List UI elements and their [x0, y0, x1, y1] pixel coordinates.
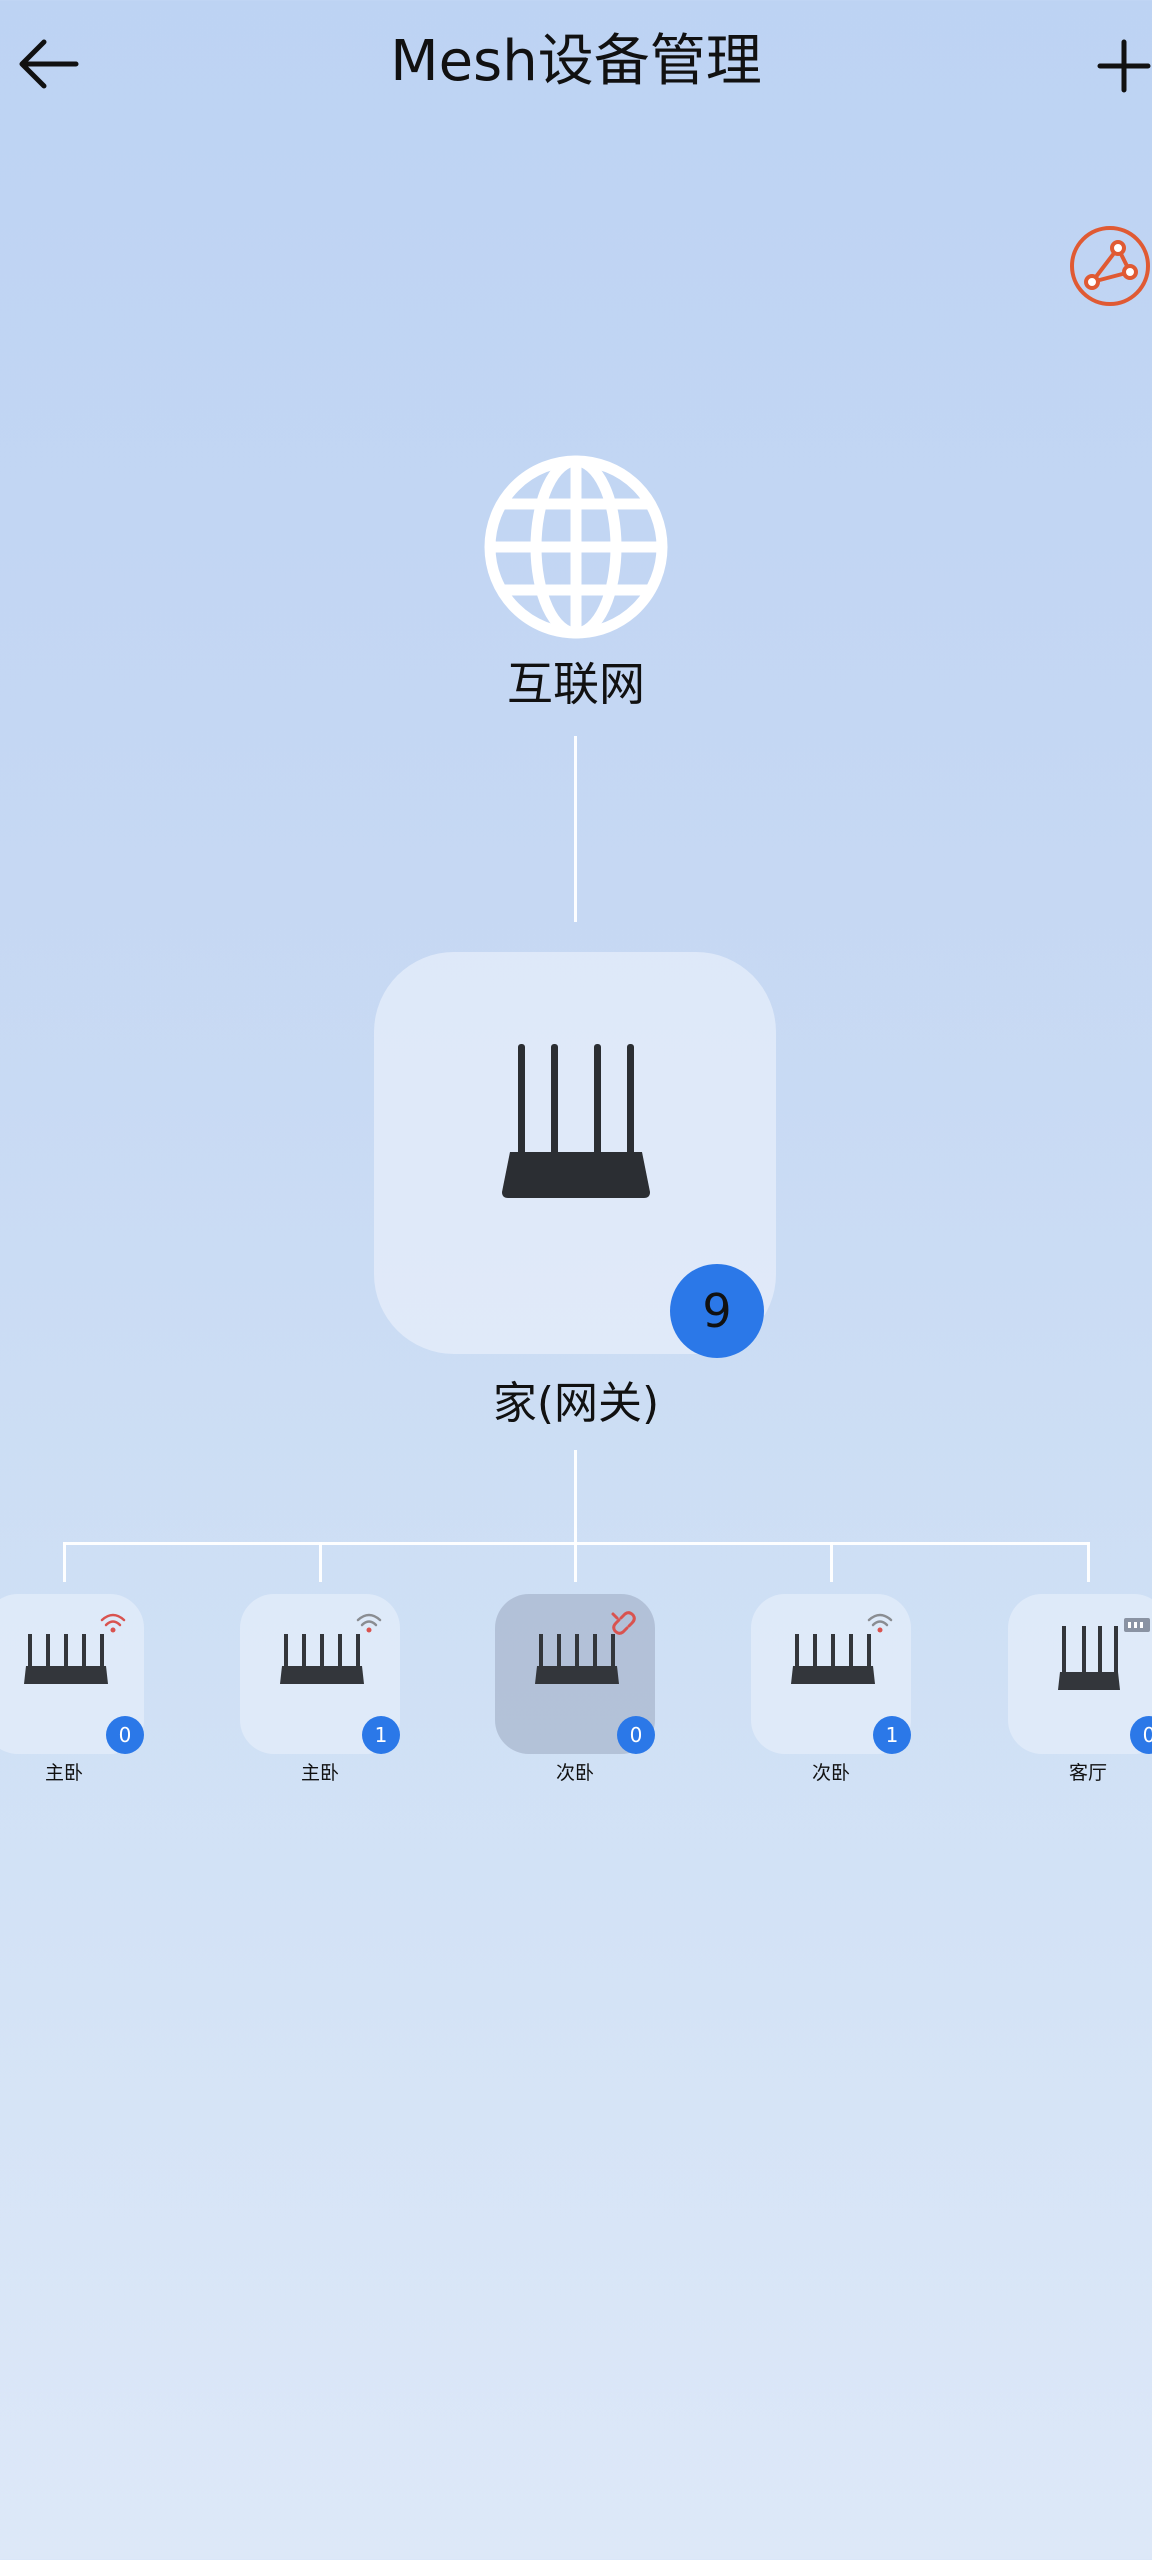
- mesh-node-card-3[interactable]: 0: [495, 1594, 655, 1754]
- router-icon: [535, 1634, 619, 1684]
- node-device-count-badge: 0: [617, 1716, 655, 1754]
- connector-node-3: [574, 1542, 577, 1582]
- node-label: 次卧: [555, 1762, 594, 1784]
- internet-label: 互联网: [507, 657, 645, 711]
- router-icon: [791, 1634, 875, 1684]
- page-title: Mesh设备管理: [390, 29, 762, 94]
- wifi-signal-icon: [100, 1613, 126, 1633]
- node-label: 次卧: [811, 1762, 850, 1784]
- node-label: 客厅: [1068, 1762, 1107, 1784]
- router-icon: [280, 1634, 364, 1684]
- connector-gateway-down: [574, 1450, 577, 1542]
- topology-button[interactable]: [1068, 224, 1152, 308]
- plus-icon: [1097, 39, 1151, 93]
- mesh-node-card-1[interactable]: 0: [0, 1594, 144, 1754]
- node-device-count-badge: 1: [873, 1716, 911, 1754]
- wifi-signal-icon: [867, 1613, 893, 1633]
- gateway-label: 家(网关): [492, 1378, 660, 1429]
- router-icon: [496, 1040, 656, 1210]
- connector-node-1: [63, 1542, 66, 1582]
- add-device-button[interactable]: [1096, 30, 1152, 100]
- ethernet-icon: [1124, 1618, 1150, 1632]
- link-broken-icon: [611, 1611, 636, 1635]
- gateway-device-count-badge: 9: [670, 1264, 764, 1358]
- node-device-count-badge: 0: [106, 1716, 144, 1754]
- node-label: 主卧: [44, 1762, 83, 1784]
- connector-node-2: [319, 1542, 322, 1582]
- connector-node-4: [830, 1542, 833, 1582]
- connector-node-5: [1087, 1542, 1090, 1582]
- globe-icon: [481, 452, 671, 642]
- mesh-node-card-4[interactable]: 1: [751, 1594, 911, 1754]
- mesh-node-card-5[interactable]: 0: [1008, 1594, 1152, 1754]
- node-device-count-badge: 1: [362, 1716, 400, 1754]
- topology-icon: [1070, 226, 1150, 306]
- wifi-signal-icon: [356, 1613, 382, 1633]
- node-device-count-badge: 0: [1130, 1716, 1152, 1754]
- router-icon: [1058, 1626, 1120, 1690]
- connector-internet-gateway: [574, 736, 577, 922]
- mesh-node-card-2[interactable]: 1: [240, 1594, 400, 1754]
- node-label: 主卧: [300, 1762, 339, 1784]
- router-icon: [24, 1634, 108, 1684]
